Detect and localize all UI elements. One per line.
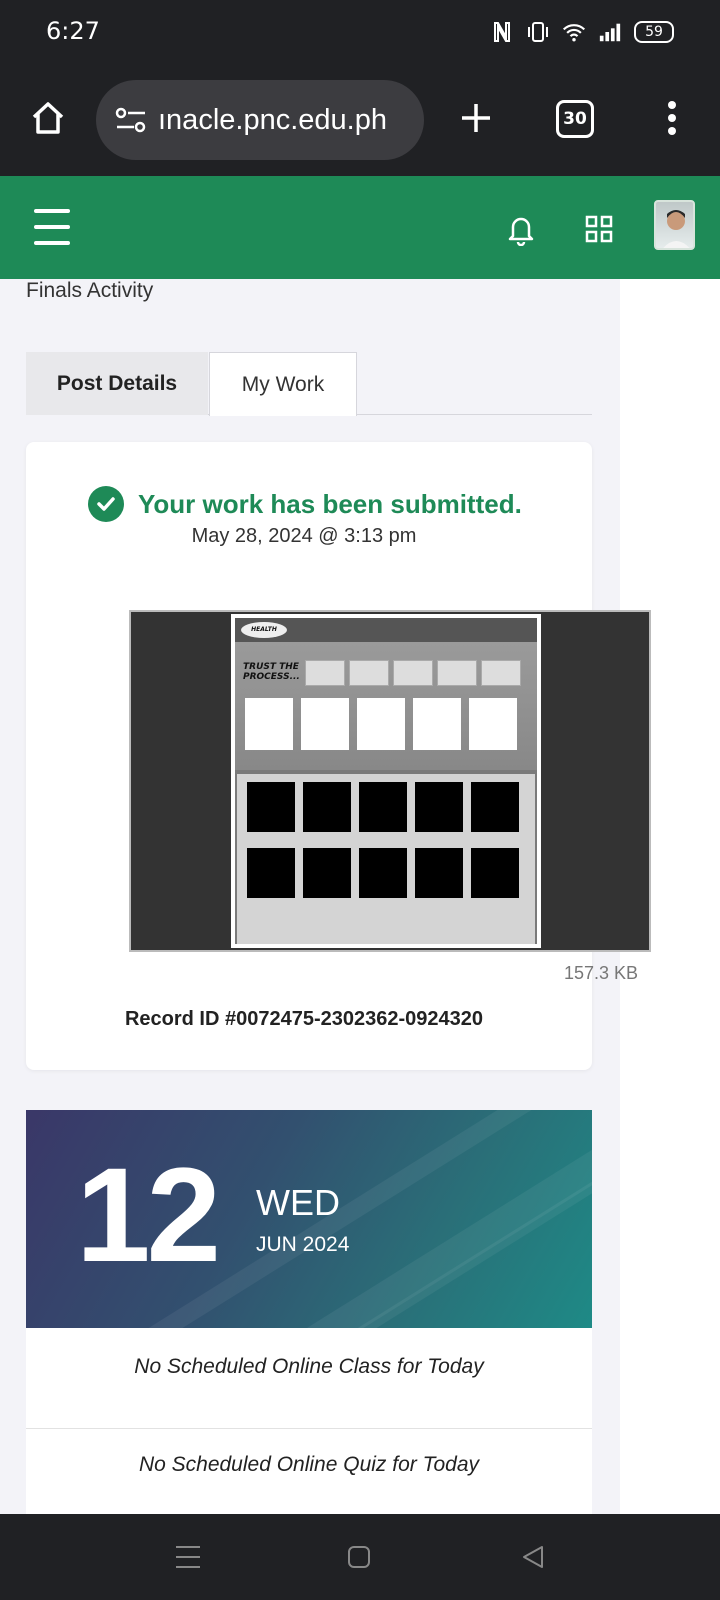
system-nav-bar: [0, 1514, 720, 1600]
file-size: 157.3 KB: [563, 963, 638, 983]
address-bar[interactable]: ınacle.pnc.edu.ph: [96, 80, 424, 160]
plus-icon: [462, 104, 490, 132]
preview-logo: HEALTH: [241, 622, 287, 638]
status-icons: 59: [490, 20, 674, 44]
submission-date: May 28, 2024 @ 3:13 pm: [191, 525, 417, 547]
home-button[interactable]: [24, 94, 72, 142]
more-vert-icon: [668, 101, 676, 135]
home-icon: [32, 102, 64, 134]
vibrate-icon: [526, 20, 550, 44]
date-weekday: WED: [256, 1182, 340, 1223]
date-day: 12: [76, 1141, 221, 1290]
tab-post-details[interactable]: Post Details: [26, 352, 208, 415]
status-bar: 6:27 59: [0, 0, 720, 66]
tab-switcher-button[interactable]: 30: [556, 100, 594, 138]
submission-message: Your work has been submitted.: [138, 488, 522, 519]
tab-my-work[interactable]: My Work: [209, 352, 357, 416]
site-settings-icon[interactable]: [114, 103, 148, 137]
quiz-schedule-status: No Scheduled Online Quiz for Today: [138, 1453, 480, 1476]
recents-icon[interactable]: [173, 1542, 203, 1572]
browser-menu-button[interactable]: [656, 94, 688, 142]
signal-icon: [598, 20, 622, 44]
attachment-screenshot: HEALTH TRUST THE PROCESS...: [231, 614, 541, 948]
date-widget: 12 WED JUN 2024 No Scheduled Online Clas…: [26, 1110, 592, 1514]
menu-icon[interactable]: [34, 209, 70, 245]
date-banner: 12 WED JUN 2024: [26, 1110, 592, 1328]
browser-toolbar: ınacle.pnc.edu.ph 30: [0, 66, 720, 176]
divider: [26, 1428, 592, 1429]
wifi-icon: [562, 20, 586, 44]
app-header: [0, 176, 720, 279]
post-tabs: Post Details My Work: [26, 352, 592, 416]
post-title: Finals Activity: [26, 279, 154, 302]
submission-status: Your work has been submitted.: [88, 486, 522, 522]
back-icon[interactable]: [518, 1542, 548, 1572]
url-text: ınacle.pnc.edu.ph: [158, 103, 387, 136]
battery-indicator: 59: [634, 21, 674, 43]
record-id: Record ID #0072475-2302362-0924320: [124, 1008, 484, 1030]
attachment-thumbnail[interactable]: HEALTH TRUST THE PROCESS...: [129, 610, 651, 952]
notification-bell-icon[interactable]: [504, 212, 538, 246]
submission-card: Your work has been submitted. May 28, 20…: [26, 442, 651, 1070]
preview-headline: TRUST THE PROCESS...: [243, 662, 300, 682]
status-time: 6:27: [46, 17, 100, 45]
apps-grid-icon[interactable]: [584, 214, 614, 244]
user-avatar[interactable]: [654, 200, 695, 250]
check-circle-icon: [88, 486, 124, 522]
home-nav-icon[interactable]: [344, 1542, 374, 1572]
main-content: Finals Activity Post Details My Work You…: [0, 279, 651, 1514]
new-tab-button[interactable]: [452, 94, 500, 142]
class-schedule-status: No Scheduled Online Class for Today: [134, 1355, 484, 1378]
date-month-year: JUN 2024: [256, 1233, 350, 1256]
nfc-icon: [490, 20, 514, 44]
